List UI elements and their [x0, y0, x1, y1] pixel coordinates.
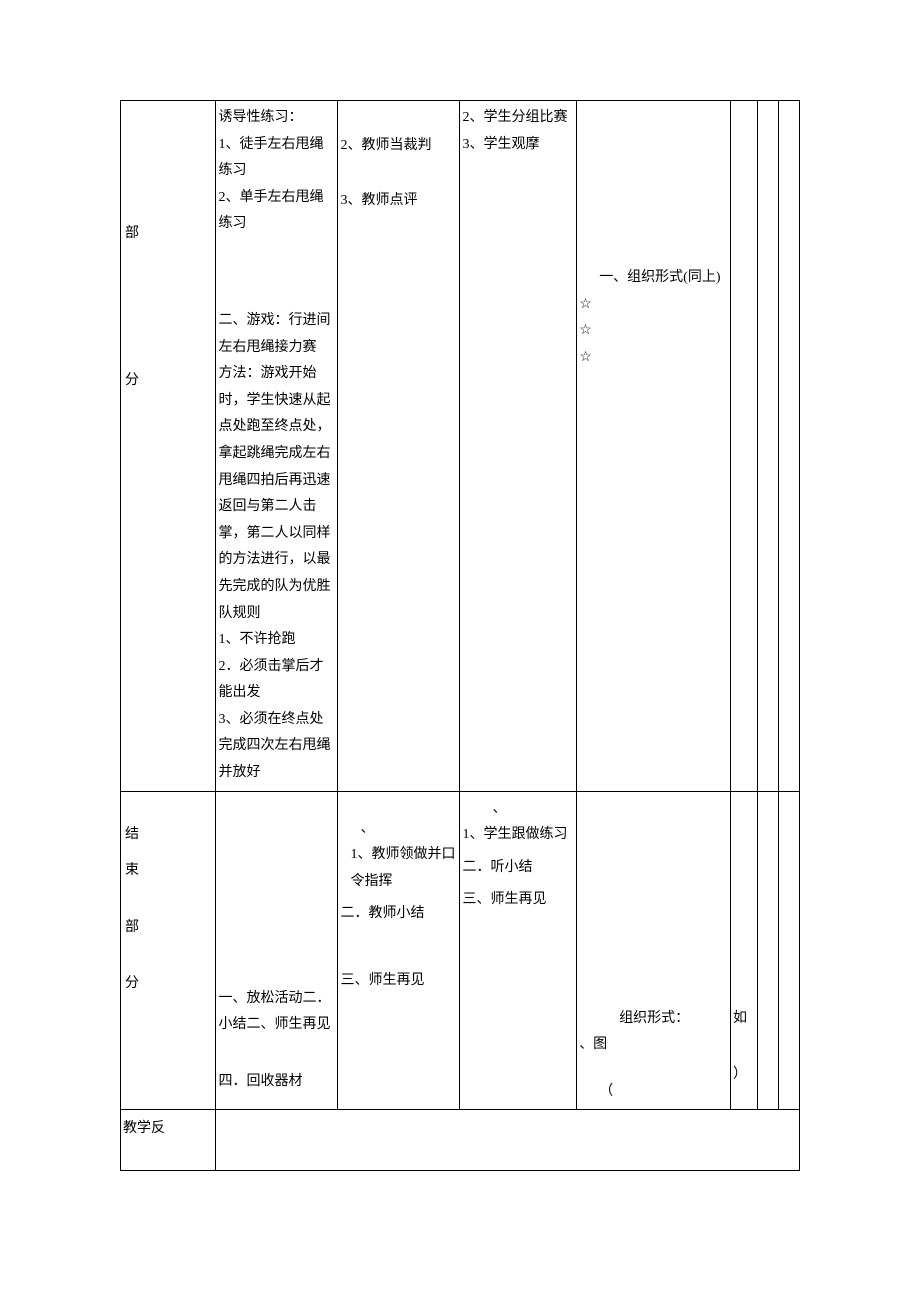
section-label-cell: 部 分: [121, 101, 216, 792]
section-label: 分: [125, 373, 139, 388]
section-label: 部: [125, 920, 139, 935]
text: 、: [462, 796, 574, 823]
section-label-cell: 教学反: [121, 1110, 216, 1171]
text: （: [579, 1079, 728, 1106]
content-cell: 诱导性练习： 1、徒手左右甩绳练习 2、单手左右甩绳练习 二、游戏：行进间左右甩…: [216, 101, 338, 792]
text: 3、必须在终点处完成四次左右甩绳并放好: [218, 707, 335, 787]
page: 部 分 诱导性练习： 1、徒手左右甩绳练习 2、单手左右甩绳练习 二、游戏：行进…: [0, 0, 920, 1231]
table-row: 结 束 部 分 一、放松活动二．小结二、师生再见 四．回收器材 、 1、教师领做…: [121, 791, 800, 1110]
text: 3、学生观摩: [462, 132, 574, 159]
section-label: 结: [125, 827, 139, 842]
reflection-cell: [216, 1110, 800, 1171]
text: 1、学生跟做练习: [462, 822, 574, 849]
text: 三、师生再见: [340, 968, 457, 995]
content-cell: 一、放松活动二．小结二、师生再见 四．回收器材: [216, 791, 338, 1110]
section-label: 束: [125, 863, 139, 878]
text: 1、不许抢跑: [218, 627, 335, 654]
org-cell: 组织形式： 、图 （: [577, 791, 731, 1110]
section-label-cell: 结 束 部 分: [121, 791, 216, 1110]
section-label: 部: [125, 226, 139, 241]
empty-cell: [778, 101, 799, 792]
text: 2、单手左右甩绳练习: [218, 185, 335, 238]
text: 一、组织形式(同上): [579, 265, 728, 292]
text: 1、教师领做并口令指挥: [340, 842, 457, 895]
star-icon: ☆: [579, 292, 728, 319]
text: 一、放松活动二．小结二、师生再见: [218, 986, 335, 1039]
empty-cell: [778, 791, 799, 1110]
star-icon: ☆: [579, 318, 728, 345]
text: 3、教师点评: [340, 188, 457, 215]
text: ）: [733, 1062, 755, 1089]
empty-cell: [757, 101, 778, 792]
lesson-plan-table: 部 分 诱导性练习： 1、徒手左右甩绳练习 2、单手左右甩绳练习 二、游戏：行进…: [120, 100, 800, 1171]
table-row: 部 分 诱导性练习： 1、徒手左右甩绳练习 2、单手左右甩绳练习 二、游戏：行进…: [121, 101, 800, 792]
text: 方法：游戏开始时，学生快速从起点处跑至终点处，拿起跳绳完成左右甩绳四拍后再迅速返…: [218, 361, 335, 627]
student-cell: 2、学生分组比赛 3、学生观摩: [460, 101, 577, 792]
text: 1、徒手左右甩绳练习: [218, 132, 335, 185]
text: 二．教师小结: [340, 901, 457, 928]
text: 2、教师当裁判: [340, 133, 457, 160]
table-row: 教学反: [121, 1110, 800, 1171]
text: 如: [733, 1006, 755, 1033]
empty-cell: [757, 791, 778, 1110]
section-label: 教学反: [123, 1121, 165, 1136]
text: 、: [340, 816, 457, 843]
student-cell: 、 1、学生跟做练习 二．听小结 三、师生再见: [460, 791, 577, 1110]
small-cell: 如 ）: [731, 791, 758, 1110]
text: 三、师生再见: [462, 887, 574, 914]
teacher-cell: 2、教师当裁判 3、教师点评: [338, 101, 460, 792]
text: 2、学生分组比赛: [462, 105, 574, 132]
star-icon: ☆: [579, 345, 728, 372]
text: 、图: [579, 1032, 728, 1059]
teacher-cell: 、 1、教师领做并口令指挥 二．教师小结 三、师生再见: [338, 791, 460, 1110]
text: 二．听小结: [462, 855, 574, 882]
text: 2．必须击掌后才能出发: [218, 654, 335, 707]
org-cell: 一、组织形式(同上) ☆ ☆ ☆: [577, 101, 731, 792]
text: 四．回收器材: [218, 1069, 335, 1096]
text: 组织形式：: [579, 1006, 728, 1033]
text: 诱导性练习：: [218, 105, 335, 132]
text: 二、游戏：行进间左右甩绳接力赛: [218, 308, 335, 361]
empty-cell: [731, 101, 758, 792]
section-label: 分: [125, 976, 139, 991]
